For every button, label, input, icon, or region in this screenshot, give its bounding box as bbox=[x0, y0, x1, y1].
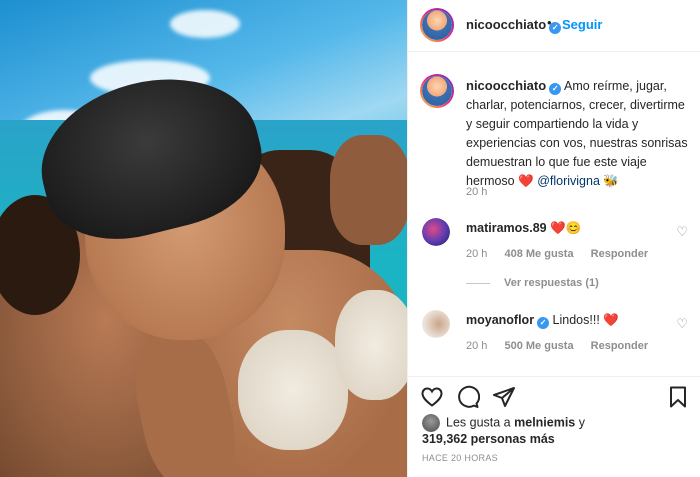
comment-time: 20 h bbox=[466, 340, 488, 352]
commenter-avatar[interactable] bbox=[422, 310, 450, 338]
comment-likes[interactable]: 408 Me gusta bbox=[504, 248, 573, 260]
comment-text: Lindos!!! ❤️ bbox=[552, 313, 619, 327]
comment-icon[interactable] bbox=[456, 385, 480, 409]
heart-icon[interactable] bbox=[420, 385, 444, 409]
photo-cloud bbox=[170, 10, 240, 38]
comment-time: 20 h bbox=[466, 248, 488, 260]
verified-icon: ✓ bbox=[549, 83, 562, 95]
caption-time: 20 h bbox=[466, 186, 488, 198]
share-icon[interactable] bbox=[492, 385, 516, 409]
comment-meta: 20 h 500 Me gusta Responder bbox=[466, 340, 662, 352]
caption-text: nicoocchiato ✓ Amo reírme, jugar, charlar… bbox=[466, 76, 694, 191]
post-timestamp: HACE 20 HORAS bbox=[422, 453, 498, 463]
comment-meta: 20 h 408 Me gusta Responder bbox=[466, 248, 662, 260]
heart-emoji: ❤️ bbox=[518, 174, 534, 188]
author-avatar[interactable] bbox=[420, 8, 454, 42]
comment-username[interactable]: matiramos.89 ❤️😊 bbox=[466, 221, 581, 236]
verified-icon: ✓ bbox=[537, 317, 550, 329]
mention-link[interactable]: @florivigna bbox=[537, 174, 600, 188]
photo-bikini bbox=[238, 330, 348, 450]
comment-like-icon[interactable]: ♡ bbox=[676, 316, 688, 332]
liker-username[interactable]: melniemis bbox=[514, 415, 575, 429]
post-photo[interactable] bbox=[0, 0, 407, 477]
comment-username[interactable]: moyanoflor ✓ Lindos!!! ❤️ bbox=[466, 313, 619, 329]
reply-button[interactable]: Responder bbox=[591, 248, 648, 260]
separator-dot: • bbox=[547, 15, 552, 30]
caption-username[interactable]: nicoocchiato ✓ bbox=[466, 78, 562, 95]
follow-button[interactable]: Seguir bbox=[562, 17, 602, 32]
view-replies[interactable]: Ver respuestas (1) bbox=[466, 277, 599, 289]
liker-avatar[interactable] bbox=[422, 414, 440, 432]
comment-like-icon[interactable]: ♡ bbox=[676, 224, 688, 240]
caption-body: Amo reírme, jugar, charlar, potenciarnos… bbox=[466, 79, 688, 188]
reply-button[interactable]: Responder bbox=[591, 340, 648, 352]
photo-hand bbox=[330, 135, 407, 245]
photo-bikini bbox=[335, 290, 407, 400]
comment-likes[interactable]: 500 Me gusta bbox=[504, 340, 573, 352]
comment-text: ❤️😊 bbox=[550, 221, 582, 235]
action-bar bbox=[408, 376, 700, 416]
post-sidebar: nicoocchiato ✓ • Seguir nicoocchiato ✓ Amo… bbox=[408, 0, 700, 477]
caption-avatar[interactable] bbox=[420, 74, 454, 108]
post-header: nicoocchiato ✓ • Seguir bbox=[408, 0, 700, 52]
likes-count[interactable]: 319,362 personas más bbox=[422, 432, 555, 446]
bee-emoji: 🐝 bbox=[603, 174, 619, 188]
bookmark-icon[interactable] bbox=[666, 385, 690, 409]
commenter-avatar[interactable] bbox=[422, 218, 450, 246]
likes-summary: Les gusta a melniemis y 319,362 personas… bbox=[422, 414, 585, 446]
